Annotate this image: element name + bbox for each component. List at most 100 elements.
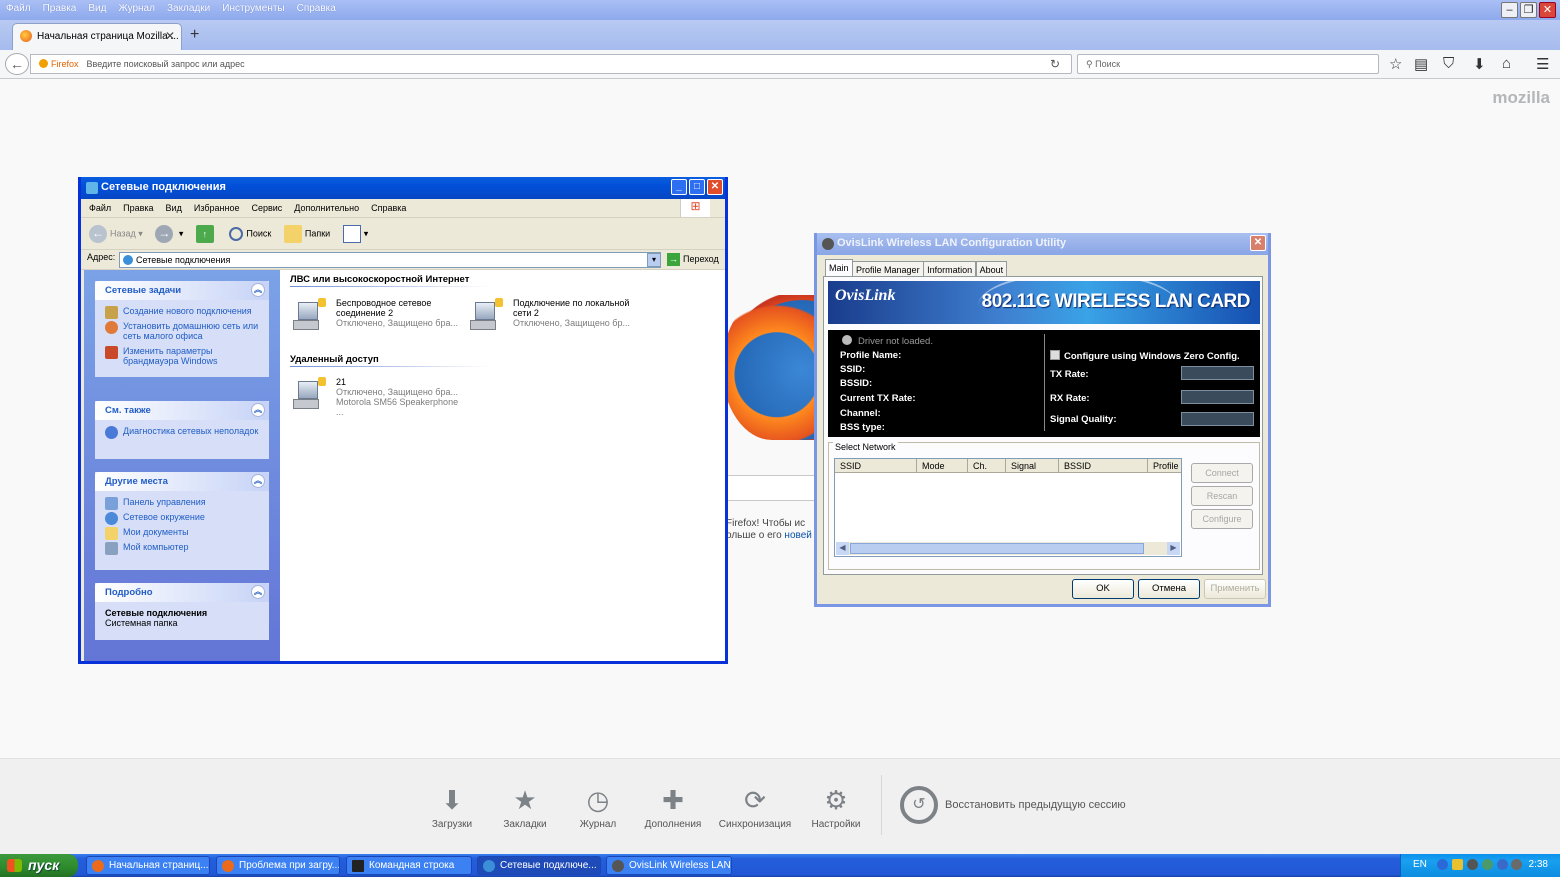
- task-home-network[interactable]: Установить домашнюю сеть или сеть малого…: [105, 321, 263, 341]
- col-profile[interactable]: Profile: [1148, 459, 1183, 473]
- clock[interactable]: 2:38: [1529, 859, 1548, 870]
- menu-history[interactable]: Журнал: [112, 0, 161, 14]
- col-mode[interactable]: Mode: [917, 459, 968, 473]
- reload-icon[interactable]: ↻: [1050, 57, 1060, 71]
- pocket-icon[interactable]: ⛉: [1443, 55, 1454, 72]
- back-button[interactable]: ←: [5, 53, 29, 75]
- collapse-chevron-icon[interactable]: ︽: [251, 283, 265, 297]
- launcher-addons[interactable]: ✚ Дополнения: [633, 785, 713, 830]
- taskbar-button-cmd[interactable]: Командная строка: [346, 856, 472, 875]
- connection-dialup[interactable]: 21 Отключено, Защищено бра... Motorola S…: [292, 377, 462, 417]
- launcher-bookmarks[interactable]: ★ Закладки: [485, 785, 565, 830]
- launcher-downloads[interactable]: ⬇ Загрузки: [412, 785, 492, 830]
- taskbar-button-firefox-problem[interactable]: Проблема при загру...: [216, 856, 340, 875]
- place-my-computer[interactable]: Мой компьютер: [105, 542, 263, 555]
- launcher-history[interactable]: ◷ Журнал: [558, 785, 638, 830]
- snippet-link[interactable]: новей: [784, 530, 811, 541]
- tab-start-page[interactable]: Начальная страница Mozilla ... ✕: [12, 23, 182, 50]
- forward-button[interactable]: → ▾: [155, 225, 183, 243]
- launcher-sync[interactable]: ⟳ Синхронизация: [715, 785, 795, 830]
- rescan-button[interactable]: Rescan: [1191, 486, 1253, 506]
- ok-button[interactable]: OK: [1072, 579, 1134, 599]
- menu-edit[interactable]: Правка: [123, 203, 153, 213]
- tab-about[interactable]: About: [975, 261, 1008, 277]
- menu-view[interactable]: Вид: [82, 0, 112, 14]
- pane-header[interactable]: Другие места ︽: [95, 472, 269, 491]
- col-channel[interactable]: Ch.: [968, 459, 1006, 473]
- place-network[interactable]: Сетевое окружение: [105, 512, 263, 525]
- close-button[interactable]: ✕: [707, 179, 723, 195]
- tab-profile-manager[interactable]: Profile Manager: [852, 261, 924, 277]
- menu-help[interactable]: Справка: [371, 203, 406, 213]
- apply-button[interactable]: Применить: [1204, 579, 1266, 599]
- bookmarks-menu-icon[interactable]: ▤: [1414, 55, 1428, 73]
- connect-button[interactable]: Connect: [1191, 463, 1253, 483]
- col-bssid[interactable]: BSSID: [1059, 459, 1148, 473]
- link-diagnose[interactable]: Диагностика сетевых неполадок: [105, 426, 263, 439]
- tray-volume-icon[interactable]: [1497, 859, 1508, 870]
- restore-button[interactable]: ❐: [1520, 2, 1537, 18]
- search-input[interactable]: ⚲ Поиск: [1077, 54, 1379, 74]
- language-indicator[interactable]: EN: [1413, 859, 1427, 870]
- scrollbar-thumb[interactable]: [850, 543, 1144, 554]
- place-my-documents[interactable]: Мои документы: [105, 527, 263, 540]
- tray-app-icon[interactable]: [1482, 859, 1493, 870]
- tray-misc-icon[interactable]: [1511, 859, 1522, 870]
- taskbar-button-ovislink[interactable]: OvisLink Wireless LAN...: [606, 856, 732, 875]
- hamburger-menu-icon[interactable]: ☰: [1536, 55, 1549, 73]
- launcher-settings[interactable]: ⚙ Настройки: [796, 785, 876, 830]
- menu-favorites[interactable]: Избранное: [194, 203, 240, 213]
- window-titlebar[interactable]: OvisLink Wireless LAN Configuration Util…: [817, 233, 1268, 255]
- connection-lan[interactable]: Подключение по локальной сети 2 Отключен…: [469, 298, 639, 330]
- address-input[interactable]: Сетевые подключения: [119, 252, 661, 268]
- scroll-right-icon[interactable]: ▶: [1167, 542, 1180, 555]
- pane-header[interactable]: Подробно ︽: [95, 583, 269, 602]
- connection-wireless[interactable]: Беспроводное сетевое соединение 2 Отключ…: [292, 298, 462, 330]
- menu-bookmarks[interactable]: Закладки: [161, 0, 216, 14]
- tray-wireless-icon[interactable]: [1467, 859, 1478, 870]
- go-button[interactable]: → Переход: [667, 253, 719, 266]
- bookmark-star-icon[interactable]: ☆: [1389, 55, 1402, 73]
- menu-file[interactable]: Файл: [0, 0, 37, 14]
- menu-edit[interactable]: Правка: [37, 0, 83, 14]
- window-titlebar[interactable]: Сетевые подключения _ □ ✕: [81, 177, 725, 199]
- collapse-chevron-icon[interactable]: ︽: [251, 474, 265, 488]
- minimize-button[interactable]: _: [671, 179, 687, 195]
- pane-header[interactable]: См. также ︽: [95, 401, 269, 420]
- zero-config-checkbox[interactable]: Configure using Windows Zero Config.: [1050, 350, 1240, 362]
- network-list[interactable]: SSID Mode Ch. Signal BSSID Profile ◀ ▶: [834, 458, 1182, 557]
- tray-network-icon[interactable]: [1437, 859, 1448, 870]
- folders-button[interactable]: Папки: [283, 225, 330, 243]
- maximize-button[interactable]: □: [689, 179, 705, 195]
- task-create-connection[interactable]: Создание нового подключения: [105, 306, 263, 319]
- close-button[interactable]: ✕: [1250, 235, 1266, 251]
- menu-file[interactable]: Файл: [89, 203, 111, 213]
- place-control-panel[interactable]: Панель управления: [105, 497, 263, 510]
- cancel-button[interactable]: Отмена: [1138, 579, 1200, 599]
- menu-view[interactable]: Вид: [166, 203, 182, 213]
- menu-help[interactable]: Справка: [291, 0, 342, 14]
- tab-information[interactable]: Information: [923, 261, 977, 277]
- downloads-icon[interactable]: ⬇: [1473, 55, 1486, 73]
- new-tab-button[interactable]: +: [190, 26, 199, 44]
- address-dropdown-button[interactable]: ▾: [647, 253, 661, 267]
- start-button[interactable]: пуск: [0, 854, 78, 877]
- col-ssid[interactable]: SSID: [835, 459, 917, 473]
- pane-header[interactable]: Сетевые задачи ︽: [95, 281, 269, 300]
- tray-security-icon[interactable]: [1452, 859, 1463, 870]
- taskbar-button-firefox-start[interactable]: Начальная страниц...: [86, 856, 210, 875]
- collapse-chevron-icon[interactable]: ︽: [251, 403, 265, 417]
- horizontal-scrollbar[interactable]: ◀ ▶: [836, 542, 1180, 555]
- menu-tools[interactable]: Сервис: [251, 203, 282, 213]
- minimize-button[interactable]: –: [1501, 2, 1518, 18]
- configure-button[interactable]: Configure: [1191, 509, 1253, 529]
- restore-session-button[interactable]: ↺ Восстановить предыдущую сессию: [900, 786, 1126, 824]
- home-icon[interactable]: ⌂: [1502, 55, 1511, 72]
- menu-advanced[interactable]: Дополнительно: [294, 203, 359, 213]
- tab-main[interactable]: Main: [825, 259, 853, 277]
- search-button[interactable]: Поиск: [229, 227, 271, 241]
- menu-tools[interactable]: Инструменты: [216, 0, 290, 14]
- task-firewall[interactable]: Изменить параметры брандмауэра Windows: [105, 346, 263, 366]
- close-tab-icon[interactable]: ✕: [165, 29, 175, 43]
- views-button[interactable]: ▾: [342, 225, 368, 243]
